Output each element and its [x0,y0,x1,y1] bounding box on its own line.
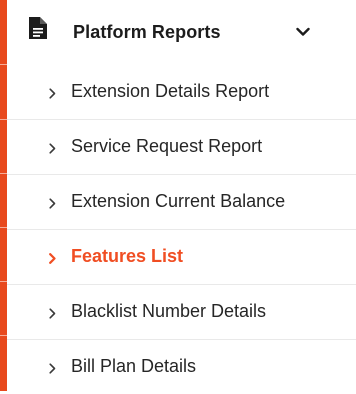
chevron-right-icon [49,86,56,99]
menu-group-header[interactable]: Platform Reports [7,0,356,65]
menu-item-label: Bill Plan Details [71,356,197,376]
chevron-right-icon [49,361,56,374]
menu-item-label: Blacklist Number Details [71,301,267,321]
menu-item-label: Extension Details Report [71,81,270,101]
menu-item-extension-current-balance[interactable]: Extension Current Balance [7,175,356,230]
menu-item-label: Extension Current Balance [71,191,286,211]
sidebar-gutter [0,0,7,391]
menu-item-label: Service Request Report [71,136,263,156]
gutter-divider [0,335,7,336]
gutter-divider [0,64,7,65]
chevron-right-icon [49,141,56,154]
chevron-right-icon [49,251,56,264]
chevron-right-icon [49,196,56,209]
platform-reports-menu: Platform Reports Extension Details Repor… [7,0,356,391]
gutter-divider [0,119,7,120]
chevron-down-icon[interactable] [296,24,310,36]
gutter-divider [0,173,7,174]
menu-item-bill-plan-details[interactable]: Bill Plan Details [7,340,356,394]
menu-item-service-request-report[interactable]: Service Request Report [7,120,356,175]
gutter-divider [0,227,7,228]
menu-group-label: Platform Reports [73,22,221,42]
menu-items-list: Extension Details Report Service Request… [7,65,356,394]
document-icon [29,17,47,39]
chevron-right-icon [49,306,56,319]
menu-item-blacklist-number-details[interactable]: Blacklist Number Details [7,285,356,340]
menu-item-extension-details-report[interactable]: Extension Details Report [7,65,356,120]
menu-item-features-list[interactable]: Features List [7,230,356,285]
menu-item-label: Features List [71,246,184,266]
gutter-divider [0,281,7,282]
